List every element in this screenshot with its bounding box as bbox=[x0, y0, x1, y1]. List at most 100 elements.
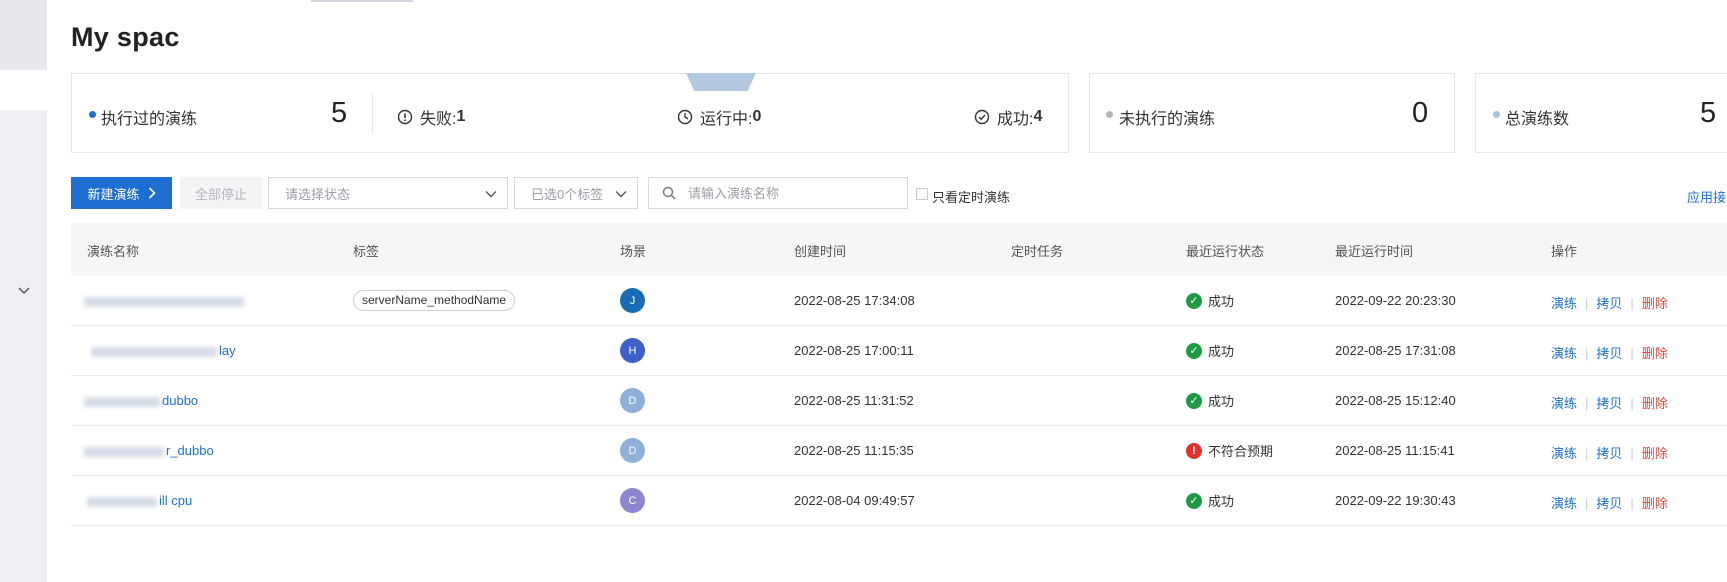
drill-name-link[interactable]: dubbo bbox=[84, 393, 198, 408]
copy-action-link[interactable]: 拷贝 bbox=[1596, 296, 1622, 311]
search-input[interactable] bbox=[688, 185, 888, 201]
redacted-text bbox=[84, 296, 244, 307]
run-action-link[interactable]: 演练 bbox=[1551, 346, 1577, 361]
table-row: ill cpu C 2022-08-04 09:49:57 ✓ 成功 2022-0… bbox=[71, 476, 1727, 526]
redacted-text bbox=[84, 396, 160, 407]
executed-summary-card: 执行过的演练 5 失败: 1 运行中: 0 成功: 4 bbox=[71, 73, 1069, 153]
total-value: 5 bbox=[1700, 97, 1717, 129]
delete-action-link[interactable]: 删除 bbox=[1642, 296, 1668, 311]
card-notch bbox=[686, 73, 756, 91]
only-scheduled-label[interactable]: 只看定时演练 bbox=[932, 187, 1010, 206]
scene-avatar: D bbox=[620, 388, 645, 413]
run-status: ✓ 成功 bbox=[1186, 391, 1234, 410]
run-status: ! 不符合预期 bbox=[1186, 441, 1273, 460]
running-label: 运行中: bbox=[700, 111, 753, 128]
executed-label: 执行过的演练 bbox=[101, 111, 198, 128]
success-check-icon: ✓ bbox=[1186, 342, 1202, 359]
column-header-tags: 标签 bbox=[353, 244, 380, 259]
unexecuted-label: 未执行的演练 bbox=[1119, 111, 1216, 128]
failed-label: 失败: bbox=[420, 111, 457, 128]
drill-name-link[interactable]: ill cpu bbox=[87, 493, 192, 508]
scene-avatar: C bbox=[620, 488, 645, 513]
column-header-schedule: 定时任务 bbox=[1011, 244, 1064, 259]
unexecuted-value: 0 bbox=[1412, 97, 1429, 129]
run-status: ✓ 成功 bbox=[1186, 291, 1234, 310]
alert-circle-icon bbox=[397, 109, 413, 125]
created-time: 2022-08-25 17:00:11 bbox=[794, 343, 914, 358]
search-icon bbox=[662, 186, 676, 200]
delete-action-link[interactable]: 删除 bbox=[1642, 496, 1668, 511]
run-action-link[interactable]: 演练 bbox=[1551, 496, 1577, 511]
run-action-link[interactable]: 演练 bbox=[1551, 396, 1577, 411]
chevron-down-icon bbox=[615, 191, 627, 198]
drill-name-link[interactable]: r_dubbo bbox=[84, 443, 214, 458]
unexecuted-summary-card: 未执行的演练 0 bbox=[1089, 73, 1455, 153]
table-row: r_dubbo D 2022-08-25 11:15:35 ! 不符合预期 202… bbox=[71, 426, 1727, 476]
column-header-actions: 操作 bbox=[1551, 244, 1578, 259]
created-time: 2022-08-04 09:49:57 bbox=[794, 493, 915, 508]
success-check-icon: ✓ bbox=[1186, 492, 1202, 509]
top-scroll-indicator bbox=[311, 0, 413, 2]
sidebar-active-item[interactable] bbox=[0, 70, 47, 110]
check-circle-icon bbox=[974, 109, 990, 125]
total-dot bbox=[1493, 111, 1500, 118]
tags-select[interactable]: 已选0个标签 bbox=[514, 177, 638, 209]
chevron-down-icon[interactable] bbox=[17, 283, 31, 297]
chevron-down-icon bbox=[485, 191, 497, 198]
created-time: 2022-08-25 11:15:35 bbox=[794, 443, 914, 458]
copy-action-link[interactable]: 拷贝 bbox=[1596, 346, 1622, 361]
executed-dot bbox=[89, 111, 96, 118]
column-header-created: 创建时间 bbox=[794, 244, 847, 259]
run-action-link[interactable]: 演练 bbox=[1551, 446, 1577, 461]
success-count: 4 bbox=[1033, 108, 1043, 125]
sidebar-top-block bbox=[0, 0, 47, 70]
copy-action-link[interactable]: 拷贝 bbox=[1596, 496, 1622, 511]
created-time: 2022-08-25 11:31:52 bbox=[794, 393, 914, 408]
run-action-link[interactable]: 演练 bbox=[1551, 296, 1577, 311]
drill-name-link[interactable] bbox=[84, 293, 246, 308]
success-label: 成功: bbox=[997, 111, 1034, 128]
chevron-right-icon bbox=[148, 187, 156, 199]
delete-action-link[interactable]: 删除 bbox=[1642, 446, 1668, 461]
delete-action-link[interactable]: 删除 bbox=[1642, 346, 1668, 361]
status-select[interactable]: 请选择状态 bbox=[268, 177, 508, 209]
created-time: 2022-08-25 17:34:08 bbox=[794, 293, 915, 308]
failed-count: 1 bbox=[456, 108, 466, 125]
unexecuted-dot bbox=[1106, 111, 1113, 118]
total-label: 总演练数 bbox=[1505, 111, 1570, 128]
new-drill-button[interactable]: 新建演练 bbox=[71, 177, 172, 209]
last-run-time: 2022-08-25 11:15:41 bbox=[1335, 443, 1455, 458]
column-header-status: 最近运行状态 bbox=[1186, 244, 1265, 259]
last-run-time: 2022-08-25 15:12:40 bbox=[1335, 393, 1456, 408]
tags-select-value: 已选0个标签 bbox=[531, 186, 604, 202]
search-box[interactable] bbox=[648, 177, 908, 209]
table-row: serverName_methodName J 2022-08-25 17:34… bbox=[71, 276, 1727, 326]
row-actions: 演练 | 拷贝 | 删除 bbox=[1551, 496, 1668, 511]
copy-action-link[interactable]: 拷贝 bbox=[1596, 446, 1622, 461]
card-divider bbox=[372, 94, 373, 134]
drill-name-link[interactable]: lay bbox=[91, 343, 236, 358]
stop-all-label: 全部停止 bbox=[194, 186, 247, 202]
row-actions: 演练 | 拷贝 | 删除 bbox=[1551, 296, 1668, 311]
redacted-text bbox=[87, 496, 157, 507]
total-summary-card: 总演练数 5 bbox=[1475, 73, 1727, 153]
stop-all-button[interactable]: 全部停止 bbox=[180, 177, 262, 209]
column-header-name: 演练名称 bbox=[87, 244, 140, 259]
only-scheduled-checkbox[interactable] bbox=[916, 188, 928, 200]
table-header: 演练名称 标签 场景 创建时间 定时任务 最近运行状态 最近运行时间 操作 bbox=[71, 223, 1727, 276]
success-stat: 成功: 4 bbox=[974, 105, 1042, 129]
redacted-text bbox=[91, 346, 217, 357]
copy-action-link[interactable]: 拷贝 bbox=[1596, 396, 1622, 411]
app-access-link[interactable]: 应用接入 bbox=[1687, 187, 1727, 206]
error-exclamation-icon: ! bbox=[1186, 442, 1202, 459]
executed-value: 5 bbox=[331, 97, 348, 129]
column-header-last-run: 最近运行时间 bbox=[1335, 244, 1414, 259]
row-actions: 演练 | 拷贝 | 删除 bbox=[1551, 346, 1668, 361]
running-stat: 运行中: 0 bbox=[677, 105, 761, 129]
page-title: My spac bbox=[71, 22, 180, 52]
scene-avatar: H bbox=[620, 338, 645, 363]
left-sidebar bbox=[0, 0, 47, 582]
tag-pill: serverName_methodName bbox=[353, 290, 516, 311]
delete-action-link[interactable]: 删除 bbox=[1642, 396, 1668, 411]
last-run-time: 2022-09-22 19:30:43 bbox=[1335, 493, 1456, 508]
